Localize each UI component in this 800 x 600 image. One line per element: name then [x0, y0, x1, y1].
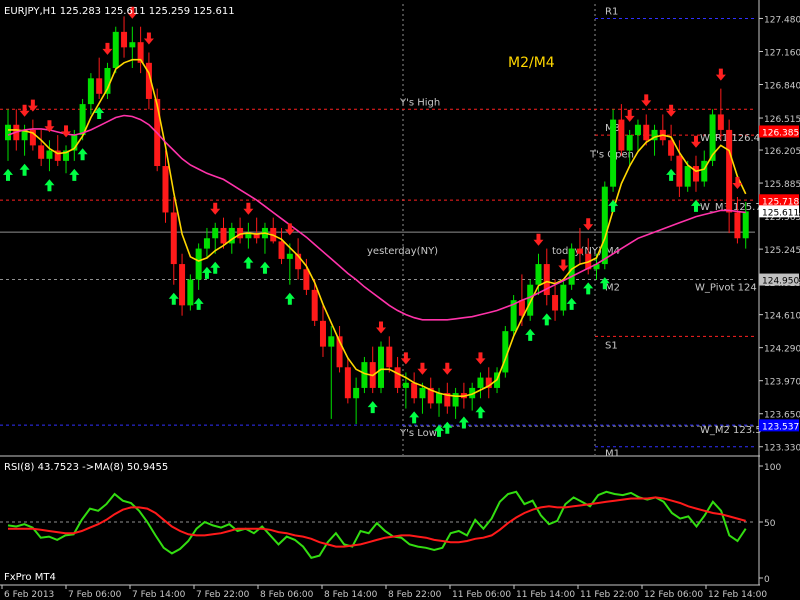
level-label-10: S1 — [605, 340, 618, 351]
price-badge-3: 124.950 — [762, 277, 799, 287]
price-tick-label-0: 127.480 — [764, 15, 800, 25]
time-tick-label-1: 7 Feb 06:00 — [68, 590, 122, 600]
rsi-title: RSI(8) 43.7523 ->MA(8) 50.9455 — [4, 462, 168, 473]
candle-body-73 — [610, 119, 617, 187]
candle-body-36 — [303, 269, 310, 290]
candle-body-37 — [311, 289, 318, 321]
symbol-header: EURJPY,H1 125.283 125.611 125.259 125.61… — [4, 6, 235, 17]
level-label-1: Y's High — [399, 97, 440, 108]
candle-body-33 — [278, 241, 285, 259]
price-tick-label-2: 126.840 — [764, 81, 800, 91]
price-tick-label-3: 126.515 — [764, 115, 800, 125]
candle-body-67 — [560, 284, 567, 311]
time-tick-label-3: 7 Feb 22:00 — [196, 590, 250, 600]
candle-body-68 — [568, 248, 575, 285]
broker-label: FxPro MT4 — [4, 572, 56, 583]
candle-body-5 — [46, 150, 53, 159]
candle-body-42 — [353, 387, 360, 399]
time-tick-label-5: 8 Feb 14:00 — [324, 590, 378, 600]
candle-body-39 — [328, 336, 335, 347]
time-tick-label-10: 12 Feb 06:00 — [644, 590, 703, 600]
candle-body-0 — [5, 124, 11, 141]
candle-body-38 — [319, 320, 326, 347]
candle-body-34 — [286, 253, 293, 259]
time-tick-label-9: 11 Feb 22:00 — [580, 590, 639, 600]
candle-body-26 — [220, 227, 227, 244]
level-label-13: M1 — [605, 449, 620, 460]
level-label-6: yesterday(NY) — [367, 246, 438, 257]
candle-body-41 — [344, 367, 351, 399]
candle-body-69 — [576, 248, 583, 254]
candle-body-74 — [618, 119, 625, 151]
time-tick-label-0: 6 Feb 2013 — [4, 590, 54, 600]
candle-body-83 — [692, 166, 699, 182]
price-badge-2: 125.611 — [762, 208, 799, 218]
time-tick-label-6: 8 Feb 22:00 — [388, 590, 442, 600]
candle-body-15 — [129, 42, 136, 48]
candle-body-24 — [203, 238, 210, 249]
candle-body-88 — [734, 212, 741, 239]
candle-body-77 — [643, 124, 650, 141]
level-label-9: M2 — [605, 283, 620, 294]
candle-body-75 — [626, 135, 633, 151]
price-tick-label-5: 125.885 — [764, 180, 800, 190]
candle-body-48 — [402, 382, 409, 388]
candle-body-45 — [378, 346, 384, 388]
candle-body-20 — [170, 212, 177, 265]
time-tick-label-11: 12 Feb 14:00 — [708, 590, 767, 600]
chart-background — [0, 0, 800, 600]
candle-body-52 — [436, 393, 443, 404]
strategy-label: M2/M4 — [508, 55, 555, 71]
candle-body-13 — [112, 31, 119, 68]
candle-body-49 — [411, 382, 418, 399]
rsi-tick-label-2: 0 — [764, 575, 770, 585]
time-tick-label-4: 8 Feb 06:00 — [260, 590, 314, 600]
candle-body-72 — [601, 186, 608, 265]
price-tick-label-11: 123.970 — [764, 378, 800, 388]
candle-body-66 — [552, 295, 559, 311]
price-badge-0: 126.385 — [762, 128, 799, 138]
candle-body-19 — [162, 166, 169, 213]
time-tick-label-2: 7 Feb 14:00 — [132, 590, 186, 600]
price-tick-label-12: 123.650 — [764, 411, 800, 421]
price-tick-label-1: 127.160 — [764, 48, 800, 58]
candle-body-22 — [187, 279, 194, 306]
candle-body-57 — [477, 377, 484, 388]
candle-body-25 — [212, 227, 219, 239]
candle-body-76 — [634, 124, 641, 136]
candle-body-46 — [386, 346, 393, 368]
level-label-12: W_M2 123.5 — [700, 425, 762, 436]
candle-body-82 — [684, 166, 691, 187]
price-tick-label-10: 124.290 — [764, 345, 800, 355]
time-tick-label-8: 11 Feb 14:00 — [516, 590, 575, 600]
chart-window: R1Y's HighM3T's OpenW_R1 126.4W_M3 125.7… — [0, 0, 800, 600]
time-tick-label-7: 11 Feb 06:00 — [452, 590, 511, 600]
candle-body-14 — [121, 31, 128, 48]
candle-body-10 — [87, 78, 94, 105]
rsi-tick-label-0: 100 — [764, 463, 781, 473]
candle-body-23 — [195, 248, 202, 280]
candle-body-4 — [38, 145, 45, 159]
candle-body-43 — [361, 362, 368, 388]
candle-body-89 — [742, 211, 749, 239]
level-label-0: R1 — [605, 6, 618, 17]
candle-body-81 — [676, 155, 683, 187]
candle-body-50 — [419, 387, 426, 399]
price-tick-label-7: 125.245 — [764, 246, 800, 256]
price-badge-4: 123.537 — [762, 422, 799, 432]
candle-body-64 — [535, 264, 542, 285]
candle-body-54 — [452, 393, 459, 407]
candle-body-87 — [726, 129, 733, 213]
rsi-tick-label-1: 50 — [764, 519, 776, 529]
candle-body-63 — [527, 284, 534, 316]
level-label-8: W_Pivot 124 — [695, 283, 757, 294]
price-tick-label-13: 123.330 — [764, 444, 800, 454]
candle-body-86 — [717, 114, 724, 130]
price-tick-label-9: 124.610 — [764, 312, 800, 322]
price-tick-label-4: 126.205 — [764, 147, 800, 157]
candle-body-21 — [179, 264, 186, 306]
candle-body-11 — [96, 78, 103, 94]
level-label-11: Y's Low — [399, 428, 437, 439]
candle-body-47 — [394, 367, 401, 388]
